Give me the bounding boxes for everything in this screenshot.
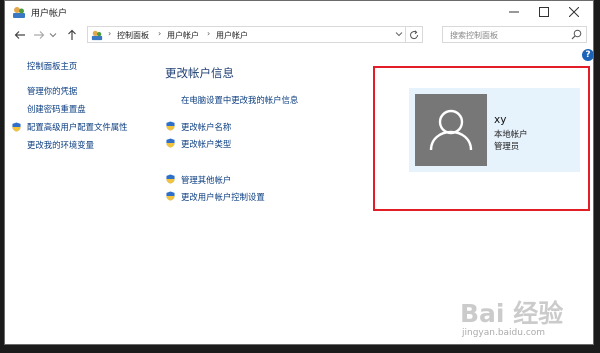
up-button[interactable]	[65, 28, 79, 42]
forward-button[interactable]	[32, 28, 46, 42]
uac-shield-icon	[12, 122, 21, 132]
navigation-bar: › 控制面板 › 用户帐户 › 用户帐户 搜索控制面板	[5, 24, 593, 46]
close-icon	[569, 7, 579, 17]
refresh-icon	[410, 29, 419, 39]
minimize-button[interactable]	[499, 1, 529, 23]
control-panel-window: 用户帐户 › 控制面板 › 用户帐户 › 用户帐户 搜索控制面板 ? 控制面板主…	[4, 0, 594, 345]
user-accounts-icon	[91, 30, 103, 41]
watermark: Bai 经验 jingyan.baidu.com	[460, 294, 593, 344]
help-button[interactable]: ?	[582, 49, 593, 61]
minimize-icon	[509, 11, 519, 13]
watermark-logo-text: Bai 经验	[460, 299, 564, 328]
chevron-down-icon	[49, 33, 57, 38]
up-arrow-icon	[68, 29, 76, 40]
refresh-button[interactable]	[405, 27, 422, 42]
uac-shield-icon	[166, 174, 175, 184]
recent-locations-button[interactable]	[48, 28, 58, 42]
page-title: 更改帐户信息	[165, 66, 234, 80]
sidebar-item-manage-credentials[interactable]: 管理你的凭据	[27, 85, 77, 97]
uac-shield-icon	[166, 121, 175, 131]
search-placeholder: 搜索控制面板	[450, 31, 498, 40]
chevron-down-icon	[395, 32, 403, 37]
uac-shield-icon	[166, 138, 175, 148]
sidebar-item-environment-variables[interactable]: 更改我的环境变量	[27, 139, 94, 151]
user-accounts-icon	[13, 7, 25, 18]
link-change-account-name[interactable]: 更改帐户名称	[181, 121, 231, 133]
search-icon	[571, 29, 582, 40]
link-change-in-pc-settings[interactable]: 在电脑设置中更改我的帐户信息	[181, 94, 298, 106]
window-title: 用户帐户	[31, 9, 68, 19]
breadcrumb-separator: ›	[207, 29, 211, 38]
breadcrumb-user-accounts-current[interactable]: 用户帐户	[216, 30, 248, 41]
maximize-button[interactable]	[529, 1, 559, 23]
watermark-url: jingyan.baidu.com	[462, 328, 546, 338]
title-bar[interactable]: 用户帐户	[5, 1, 593, 23]
close-button[interactable]	[559, 1, 589, 23]
uac-shield-icon	[166, 191, 175, 201]
breadcrumb-user-accounts[interactable]: 用户帐户	[167, 30, 199, 41]
sidebar-item-advanced-profile[interactable]: 配置高级用户配置文件属性	[27, 121, 128, 133]
back-arrow-icon	[14, 31, 25, 39]
sidebar-item-control-panel-home[interactable]: 控制面板主页	[27, 60, 77, 72]
help-icon: ?	[585, 50, 591, 60]
link-change-account-type[interactable]: 更改帐户类型	[181, 138, 231, 150]
link-uac-settings[interactable]: 更改用户帐户控制设置	[181, 191, 265, 203]
address-dropdown-button[interactable]	[395, 28, 403, 42]
breadcrumb-separator: ›	[108, 29, 112, 38]
highlight-box	[373, 66, 590, 211]
link-manage-other-accounts[interactable]: 管理其他帐户	[181, 174, 231, 186]
back-button[interactable]	[13, 28, 27, 42]
breadcrumb-separator: ›	[158, 29, 162, 38]
forward-arrow-icon	[34, 31, 45, 39]
maximize-icon	[539, 7, 549, 17]
address-bar[interactable]: › 控制面板 › 用户帐户 › 用户帐户	[87, 26, 423, 43]
sidebar-item-create-reset-disk[interactable]: 创建密码重置盘	[27, 103, 86, 115]
breadcrumb-control-panel[interactable]: 控制面板	[117, 30, 149, 41]
search-box[interactable]: 搜索控制面板	[442, 26, 587, 43]
